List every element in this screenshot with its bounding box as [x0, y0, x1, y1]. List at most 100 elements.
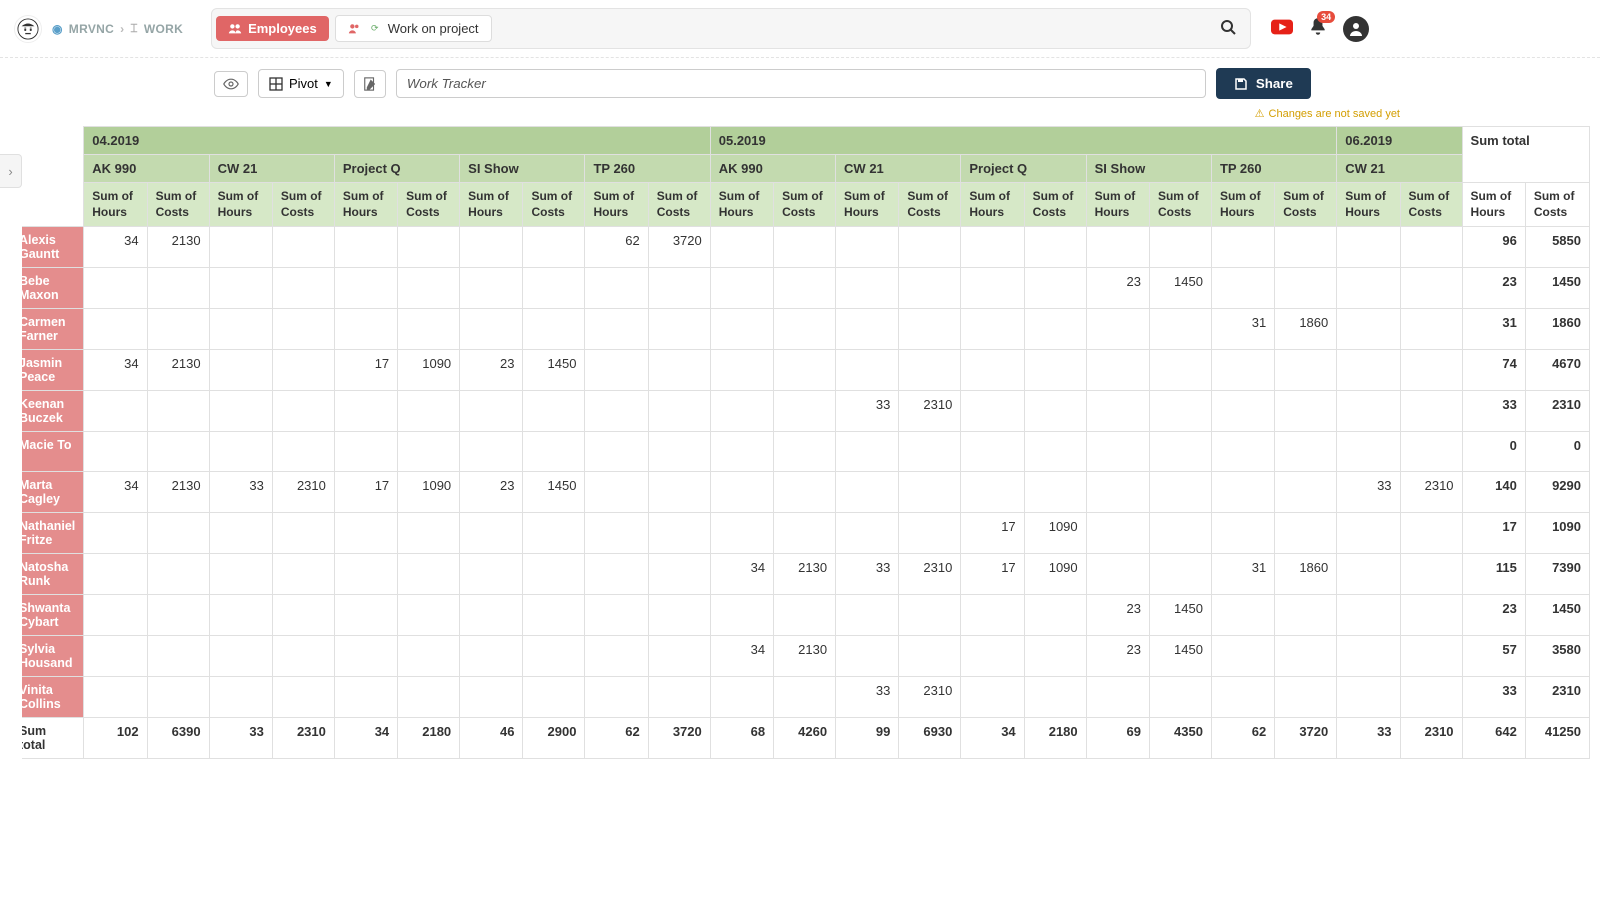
cell-hours[interactable] — [84, 268, 147, 309]
cell-hours[interactable] — [710, 391, 773, 432]
project-header[interactable]: AK 990 — [710, 155, 835, 183]
employee-header[interactable]: Macie To — [22, 432, 84, 472]
cell-hours[interactable] — [710, 227, 773, 268]
cell-costs[interactable] — [648, 391, 710, 432]
cell-hours[interactable] — [961, 268, 1024, 309]
project-header[interactable]: TP 260 — [1211, 155, 1336, 183]
cell-hours[interactable] — [710, 309, 773, 350]
cell-costs[interactable] — [1400, 227, 1462, 268]
cell-costs[interactable] — [899, 350, 961, 391]
project-header[interactable]: Project Q — [334, 155, 459, 183]
measure-header[interactable]: Sum of Hours — [209, 183, 272, 227]
cell-costs[interactable] — [398, 432, 460, 472]
cell-costs[interactable] — [1400, 350, 1462, 391]
cell-hours[interactable] — [710, 350, 773, 391]
cell-hours[interactable] — [585, 554, 648, 595]
cell-costs[interactable] — [1400, 309, 1462, 350]
cell-hours[interactable] — [334, 227, 397, 268]
cell-costs[interactable] — [1149, 309, 1211, 350]
cell-hours[interactable] — [585, 350, 648, 391]
cell-hours[interactable] — [710, 472, 773, 513]
cell-hours[interactable] — [1211, 268, 1274, 309]
cell-costs[interactable]: 1090 — [398, 472, 460, 513]
cell-costs[interactable] — [1400, 677, 1462, 718]
cell-costs[interactable] — [1149, 472, 1211, 513]
cell-costs[interactable]: 2130 — [147, 227, 209, 268]
cell-hours[interactable] — [84, 595, 147, 636]
cell-hours[interactable] — [585, 513, 648, 554]
cell-hours[interactable] — [334, 432, 397, 472]
cell-hours[interactable] — [84, 554, 147, 595]
cell-hours[interactable] — [1337, 554, 1400, 595]
project-header[interactable]: CW 21 — [209, 155, 334, 183]
cell-hours[interactable] — [961, 227, 1024, 268]
cell-hours[interactable] — [460, 636, 523, 677]
cell-hours[interactable]: 33 — [209, 472, 272, 513]
cell-hours[interactable] — [209, 554, 272, 595]
cell-costs[interactable] — [648, 677, 710, 718]
cell-hours[interactable] — [334, 677, 397, 718]
measure-header[interactable]: Sum of Hours — [1086, 183, 1149, 227]
project-header[interactable]: CW 21 — [836, 155, 961, 183]
measure-header[interactable]: Sum of Hours — [710, 183, 773, 227]
user-avatar[interactable] — [1343, 16, 1369, 42]
cell-costs[interactable] — [774, 472, 836, 513]
cell-costs[interactable] — [147, 432, 209, 472]
cell-costs[interactable]: 2310 — [899, 677, 961, 718]
cell-costs[interactable] — [1024, 677, 1086, 718]
measure-header[interactable]: Sum of Hours — [585, 183, 648, 227]
measure-header[interactable]: Sum of Costs — [774, 183, 836, 227]
cell-hours[interactable]: 23 — [460, 472, 523, 513]
cell-costs[interactable] — [1024, 472, 1086, 513]
cell-hours[interactable] — [209, 391, 272, 432]
notifications-button[interactable]: 34 — [1309, 17, 1327, 40]
cell-hours[interactable]: 17 — [334, 472, 397, 513]
cell-hours[interactable] — [209, 309, 272, 350]
side-panel-toggle[interactable]: › — [0, 154, 22, 188]
cell-costs[interactable]: 2130 — [147, 472, 209, 513]
cell-costs[interactable] — [1275, 268, 1337, 309]
cell-hours[interactable] — [836, 350, 899, 391]
month-header[interactable]: 04.2019 — [84, 127, 710, 155]
cell-costs[interactable] — [648, 554, 710, 595]
measure-header[interactable]: Sum of Costs — [1275, 183, 1337, 227]
cell-hours[interactable] — [460, 391, 523, 432]
cell-hours[interactable] — [1211, 472, 1274, 513]
cell-costs[interactable] — [523, 513, 585, 554]
measure-header[interactable]: Sum of Costs — [1400, 183, 1462, 227]
cell-hours[interactable] — [1086, 391, 1149, 432]
cell-hours[interactable] — [1211, 636, 1274, 677]
cell-costs[interactable]: 2310 — [899, 391, 961, 432]
employee-header[interactable]: Natosha Runk — [22, 554, 84, 595]
cell-hours[interactable] — [1337, 513, 1400, 554]
cell-hours[interactable]: 33 — [836, 554, 899, 595]
cell-costs[interactable] — [774, 513, 836, 554]
employee-header[interactable]: Sylvia Housand — [22, 636, 84, 677]
cell-costs[interactable] — [272, 636, 334, 677]
cell-costs[interactable] — [1400, 513, 1462, 554]
cell-costs[interactable] — [272, 677, 334, 718]
cell-hours[interactable] — [836, 432, 899, 472]
cell-costs[interactable] — [272, 595, 334, 636]
cell-costs[interactable] — [648, 513, 710, 554]
cell-hours[interactable] — [1211, 595, 1274, 636]
cell-costs[interactable] — [523, 227, 585, 268]
cell-costs[interactable] — [147, 391, 209, 432]
cell-costs[interactable] — [523, 432, 585, 472]
cell-hours[interactable] — [961, 350, 1024, 391]
employee-header[interactable]: Shwanta Cybart — [22, 595, 84, 636]
cell-hours[interactable] — [836, 227, 899, 268]
measure-header[interactable]: Sum of Hours — [836, 183, 899, 227]
cell-costs[interactable] — [1275, 513, 1337, 554]
cell-costs[interactable] — [899, 227, 961, 268]
cell-hours[interactable] — [334, 309, 397, 350]
measure-header[interactable]: Sum of Costs — [648, 183, 710, 227]
cell-costs[interactable] — [1275, 677, 1337, 718]
breadcrumb-work[interactable]: WORK — [144, 22, 183, 36]
cell-costs[interactable]: 3720 — [648, 227, 710, 268]
cell-hours[interactable] — [84, 432, 147, 472]
cell-hours[interactable]: 34 — [84, 227, 147, 268]
cell-costs[interactable] — [899, 595, 961, 636]
project-header[interactable]: SI Show — [460, 155, 585, 183]
cell-costs[interactable]: 1090 — [1024, 554, 1086, 595]
